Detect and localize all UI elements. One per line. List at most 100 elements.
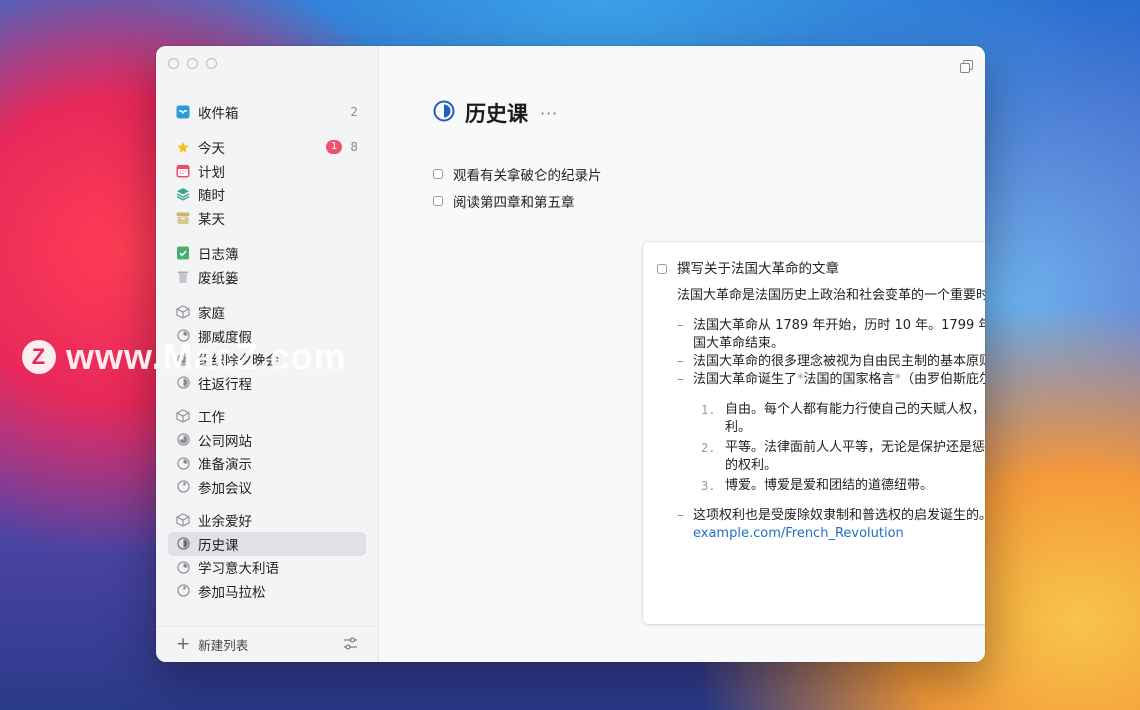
notes-bullet-text: 法国大革命的很多理念被视为自由民主制的基本原则。 <box>693 354 985 369</box>
inbox-count: 2 <box>350 104 358 119</box>
ordered-item: 2. 平等。法律面前人人平等，无论是保护还是惩罚。所有公民都有参选要职的权利。 <box>701 439 985 475</box>
ordered-text: 博爱。博爱是爱和团结的道德纽带。 <box>725 478 934 493</box>
sidebar-project-trip[interactable]: 往返行程 <box>168 371 366 395</box>
sidebar-area-family[interactable]: 家庭 <box>168 301 366 325</box>
sidebar-item-anytime[interactable]: 随时 <box>168 183 366 207</box>
new-list-button[interactable]: 新建列表 <box>198 635 343 654</box>
bullet-text-before: 法国大革命诞生了 <box>693 372 798 387</box>
sidebar-project-label: 历史课 <box>198 537 239 554</box>
notes-bullet: – 法国大革命的很多理念被视为自由民主制的基本原则。 <box>677 353 985 371</box>
duplicate-window-icon[interactable] <box>960 58 973 77</box>
sidebar-item-label: 收件箱 <box>198 105 239 122</box>
progress-pie-icon <box>176 537 190 551</box>
expanded-task-card[interactable]: 撰写关于法国大革命的文章 法国大革命是法国历史上政治和社会变革的一个重要时期。基… <box>643 242 985 624</box>
task-item[interactable]: 观看有关拿破仑的纪录片 <box>433 164 602 184</box>
cube-icon <box>176 513 190 527</box>
zoom-button[interactable] <box>206 58 217 69</box>
expanded-task-header: 撰写关于法国大革命的文章 <box>657 260 985 278</box>
sidebar-project-history[interactable]: 历史课 <box>168 532 366 556</box>
notes-bullet-text: 这项权利也是受废除奴隶制和普选权的启发诞生的。更多信息，请访问： <box>693 508 985 523</box>
calendar-icon <box>176 164 190 178</box>
notes-bullet: –法国大革命从 1789 年开始，历时 10 年。1799 年法国执政府成立，标… <box>677 317 985 353</box>
app-window: 收件箱 2 今天 1 8 计划 随时 某天 日志簿 废纸篓 家庭 挪威度假 组织… <box>156 46 985 662</box>
archive-box-icon <box>176 211 190 225</box>
sidebar-project-label: 参加马拉松 <box>198 584 266 601</box>
sidebar-project-label: 组织除夕晚会 <box>198 353 279 370</box>
sidebar-project-label: 挪威度假 <box>198 329 252 346</box>
cube-icon <box>176 409 190 423</box>
ordered-item: 3. 博爱。博爱是爱和团结的道德纽带。 <box>701 477 985 495</box>
sidebar-project-meeting[interactable]: 参加会议 <box>168 475 366 499</box>
expanded-task-title[interactable]: 撰写关于法国大革命的文章 <box>677 260 839 278</box>
inbox-icon <box>176 105 190 119</box>
sidebar-project-website[interactable]: 公司网站 <box>168 428 366 452</box>
trash-icon <box>176 270 190 284</box>
sidebar-project-label: 参加会议 <box>198 480 252 497</box>
more-options-button[interactable]: ··· <box>540 104 558 123</box>
minimize-button[interactable] <box>187 58 198 69</box>
sidebar-item-label: 日志簿 <box>198 247 239 264</box>
notes-link[interactable]: example.com/French_Revolution <box>693 526 904 541</box>
main-content: 历史课 ··· 观看有关拿破仑的纪录片 阅读第四章和第五章 撰写关于法国大革命的… <box>379 46 985 662</box>
sidebar-project-label: 学习意大利语 <box>198 561 279 578</box>
notes-bullet-text: 法国大革命诞生了*法国的国家格言*（由罗伯斯庇尔第一次公开提出）： <box>693 371 985 389</box>
ordered-text: 自由。每个人都有能力行使自己的天赋人权，只要不损害其他人的同等权利。 <box>725 402 985 435</box>
sidebar-item-label: 今天 <box>198 141 225 158</box>
sidebar-project-party[interactable]: 组织除夕晚会 <box>168 348 366 372</box>
sidebar-item-inbox[interactable]: 收件箱 2 <box>168 100 366 124</box>
sidebar-item-logbook[interactable]: 日志簿 <box>168 242 366 266</box>
task-checkbox[interactable] <box>657 264 667 274</box>
task-notes[interactable]: 法国大革命是法国历史上政治和社会变革的一个重要时期。基本史实： –法国大革命从 … <box>657 287 985 543</box>
sidebar-area-label: 家庭 <box>198 306 225 323</box>
ordered-list: 1. 自由。每个人都有能力行使自己的天赋人权，只要不损害其他人的同等权利。 2. 平… <box>701 401 985 495</box>
sidebar-area-work[interactable]: 工作 <box>168 405 366 429</box>
progress-pie-icon <box>176 480 190 494</box>
emphasis-text: 法国的国家格言 <box>803 372 895 387</box>
star-icon <box>176 140 190 154</box>
sidebar-project-norway[interactable]: 挪威度假 <box>168 324 366 348</box>
sidebar-area-hobbies[interactable]: 业余爱好 <box>168 509 366 533</box>
progress-pie-icon <box>176 456 190 470</box>
sidebar-item-label: 计划 <box>198 164 225 181</box>
sidebar-item-label: 某天 <box>198 211 225 228</box>
progress-pie-icon <box>176 329 190 343</box>
sidebar-item-today[interactable]: 今天 1 8 <box>168 136 366 160</box>
project-progress-icon <box>433 100 455 126</box>
page-title: 历史课 <box>465 102 528 126</box>
plus-icon[interactable]: + <box>176 636 190 653</box>
sidebar-project-italian[interactable]: 学习意大利语 <box>168 556 366 580</box>
notes-bullet: – 这项权利也是受废除奴隶制和普选权的启发诞生的。更多信息，请访问：exampl… <box>677 507 985 543</box>
task-title: 观看有关拿破仑的纪录片 <box>453 168 602 184</box>
sidebar-item-someday[interactable]: 某天 <box>168 206 366 230</box>
sidebar-area-label: 业余爱好 <box>198 514 252 531</box>
task-checkbox[interactable] <box>433 169 443 179</box>
close-button[interactable] <box>168 58 179 69</box>
watermark-logo: Z <box>22 340 56 374</box>
sidebar-item-label: 随时 <box>198 188 225 205</box>
sidebar-project-label: 往返行程 <box>198 376 252 393</box>
sidebar-project-marathon[interactable]: 参加马拉松 <box>168 579 366 603</box>
ordered-number: 2. <box>701 441 716 455</box>
project-header: 历史课 ··· <box>433 98 558 128</box>
ordered-item: 1. 自由。每个人都有能力行使自己的天赋人权，只要不损害其他人的同等权利。 <box>701 401 985 437</box>
progress-pie-icon <box>176 352 190 366</box>
progress-pie-icon <box>176 560 190 574</box>
sidebar-project-label: 准备演示 <box>198 457 252 474</box>
sidebar-project-label: 公司网站 <box>198 433 252 450</box>
notes-bullet-text: 法国大革命从 1789 年开始，历时 10 年。1799 年法国执政府成立，标志… <box>693 318 985 351</box>
notes-intro: 法国大革命是法国历史上政治和社会变革的一个重要时期。基本史实： <box>677 288 985 303</box>
today-count: 8 <box>350 140 358 155</box>
layers-icon <box>176 187 190 201</box>
sidebar-footer: + 新建列表 <box>156 626 378 662</box>
sidebar-nav: 收件箱 2 今天 1 8 计划 随时 某天 日志簿 废纸篓 家庭 挪威度假 组织… <box>168 100 366 603</box>
sidebar-item-plan[interactable]: 计划 <box>168 159 366 183</box>
sidebar-project-presentation[interactable]: 准备演示 <box>168 452 366 476</box>
sliders-icon[interactable] <box>343 636 358 653</box>
sidebar-item-trash[interactable]: 废纸篓 <box>168 265 366 289</box>
window-controls <box>168 58 217 69</box>
progress-pie-icon <box>176 433 190 447</box>
task-item[interactable]: 阅读第四章和第五章 <box>433 191 575 211</box>
task-checkbox[interactable] <box>433 196 443 206</box>
ordered-number: 3. <box>701 479 716 493</box>
today-badge: 1 <box>325 140 343 155</box>
